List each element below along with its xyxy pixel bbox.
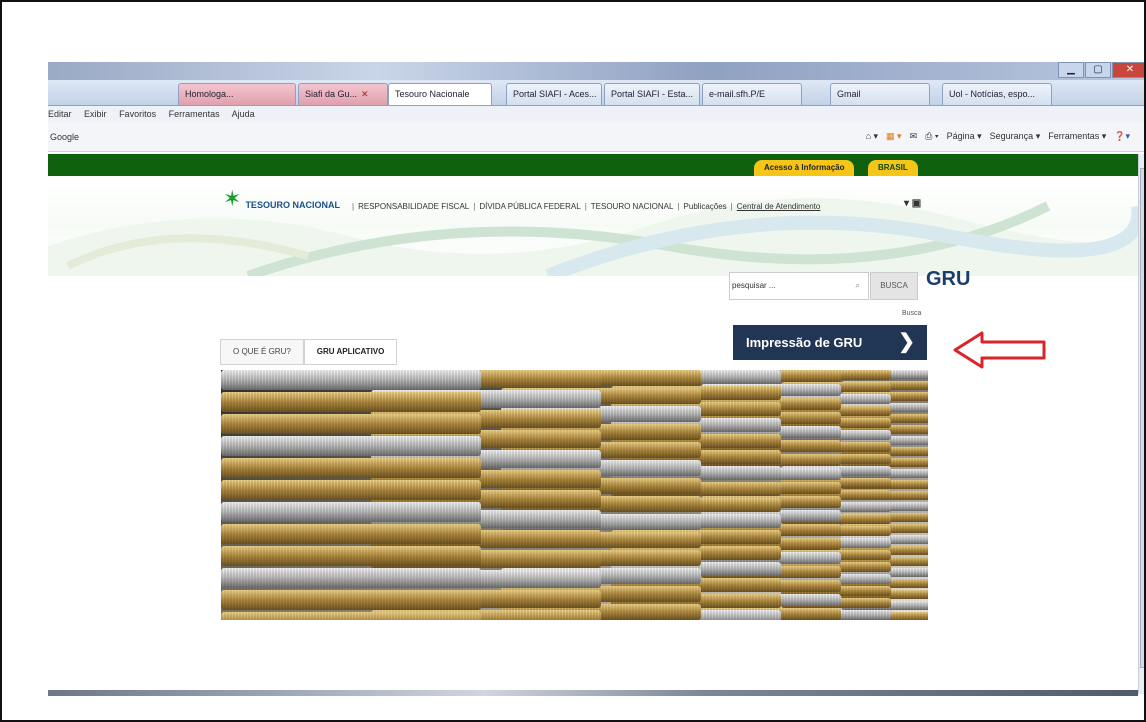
nav-item-divida-publica[interactable]: DÍVIDA PÚBLICA FEDERAL: [479, 202, 580, 211]
browser-tab-active[interactable]: Tesouro Nacionale: [388, 83, 492, 105]
screenshot-frame: ▁ ▢ ✕ Homologa... Siafi da Gu... ✕ Tesour…: [0, 0, 1146, 722]
command-tools: ⌂ ▾ ▦ ▾ ✉ ⎙ ▾ Página ▾ Segurança ▾ Ferra…: [866, 131, 1130, 142]
browser-tab[interactable]: Siafi da Gu... ✕: [298, 83, 388, 105]
nav-separator: |: [730, 202, 733, 211]
gov-top-bar: Acesso à Informação BRASIL: [48, 154, 1138, 176]
menu-item-favoritos[interactable]: Favoritos: [119, 109, 156, 119]
search-icon: ⌕: [855, 281, 860, 290]
search-placeholder: pesquisar ...: [732, 281, 776, 290]
impressao-gru-label: Impressão de GRU: [746, 335, 863, 350]
maximize-icon[interactable]: ▢: [1085, 62, 1111, 78]
search-button[interactable]: BUSCA: [870, 272, 918, 300]
access-info-link[interactable]: Acesso à Informação: [754, 160, 855, 176]
menu-item-ajuda[interactable]: Ajuda: [232, 109, 255, 119]
red-arrow-annotation-icon: [953, 331, 1046, 369]
tab-label: Portal SIAFI - Esta...: [611, 89, 694, 99]
security-menu[interactable]: Segurança ▾: [990, 131, 1041, 142]
menu-item-editar[interactable]: Editar: [48, 109, 72, 119]
brasil-link[interactable]: BRASIL: [868, 160, 918, 176]
tab-label: Uol - Notícias, espo...: [949, 89, 1036, 99]
page-title: GRU: [926, 268, 971, 290]
help-icon[interactable]: ❓▾: [1114, 131, 1130, 142]
chevron-right-icon: ❯: [898, 331, 915, 353]
close-window-icon[interactable]: ✕: [1112, 62, 1144, 78]
mail-icon[interactable]: ✉: [910, 131, 918, 142]
nav-item-publicacoes[interactable]: Publicações: [684, 202, 727, 211]
tab-gru-aplicativo[interactable]: GRU APLICATIVO: [303, 339, 398, 365]
browser-tab[interactable]: Uol - Notícias, espo...: [942, 83, 1052, 105]
browser-tab[interactable]: Portal SIAFI - Aces...: [506, 83, 602, 105]
scrollbar-thumb[interactable]: [1140, 168, 1144, 668]
browser-tab[interactable]: Gmail: [830, 83, 930, 105]
browser-menu-bar: Editar Exibir Favoritos Ferramentas Ajud…: [48, 106, 1144, 122]
minimize-icon[interactable]: ▁: [1058, 62, 1084, 78]
search-hint: Busca: [902, 310, 922, 317]
social-icons[interactable]: ▾ ▣: [904, 198, 921, 209]
coins-banner-image: [221, 370, 928, 620]
window-controls: ▁ ▢ ✕: [1057, 62, 1144, 80]
tab-label: Tesouro Nacionale: [395, 89, 470, 99]
page-menu[interactable]: Página ▾: [947, 131, 982, 142]
tab-label: e-mail.sfh.P/E: [709, 89, 766, 99]
tab-label: Siafi da Gu...: [305, 89, 358, 99]
nav-separator: |: [473, 202, 476, 211]
nav-item-tesouro-nacional[interactable]: TESOURO NACIONAL: [591, 202, 674, 211]
impressao-gru-button[interactable]: Impressão de GRU ❯: [733, 325, 927, 360]
browser-tab[interactable]: Portal SIAFI - Esta...: [604, 83, 700, 105]
browser-tab[interactable]: e-mail.sfh.P/E: [702, 83, 802, 105]
print-icon[interactable]: ⎙ ▾: [925, 131, 938, 142]
taskbar-strip: [48, 690, 1138, 696]
nav-item-central-atendimento[interactable]: Central de Atendimento: [737, 202, 821, 211]
tab-label: Portal SIAFI - Aces...: [513, 89, 597, 99]
search-input[interactable]: pesquisar ... ⌕: [729, 272, 869, 300]
nav-item-responsabilidade-fiscal[interactable]: RESPONSABILIDADE FISCAL: [358, 202, 469, 211]
tab-o-que-e-gru[interactable]: O QUE É GRU?: [220, 339, 304, 365]
tab-label: Homologa...: [185, 89, 234, 99]
content-tabs: O QUE É GRU? GRU APLICATIVO: [220, 339, 398, 365]
browser-tab[interactable]: Homologa...: [178, 83, 296, 105]
tools-menu[interactable]: Ferramentas ▾: [1048, 131, 1106, 142]
rss-icon[interactable]: ▦ ▾: [886, 131, 902, 142]
favorites-link[interactable]: Google: [50, 132, 79, 142]
browser-title-bar: ▁ ▢ ✕: [48, 62, 1144, 80]
site-nav: | RESPONSABILIDADE FISCAL | DÍVIDA PÚBLI…: [352, 202, 820, 211]
site-header: ✶ TESOURO NACIONAL | RESPONSABILIDADE FI…: [48, 176, 1138, 276]
menu-item-exibir[interactable]: Exibir: [84, 109, 107, 119]
nav-separator: |: [352, 202, 355, 211]
nav-separator: |: [584, 202, 587, 211]
tab-label: Gmail: [837, 89, 861, 99]
page-scrollbar[interactable]: [1138, 154, 1144, 694]
browser-tab-bar: Homologa... Siafi da Gu... ✕ Tesouro Naci…: [48, 80, 1144, 106]
logo-star-icon: ✶: [223, 186, 242, 211]
nav-separator: |: [677, 202, 680, 211]
tesouro-logo[interactable]: ✶ TESOURO NACIONAL: [223, 186, 340, 211]
menu-item-ferramentas[interactable]: Ferramentas: [169, 109, 220, 119]
header-wave-decoration: [48, 198, 1138, 276]
browser-command-bar: Google ⌂ ▾ ▦ ▾ ✉ ⎙ ▾ Página ▾ Segurança …: [48, 122, 1144, 152]
tab-close-icon[interactable]: ✕: [361, 89, 369, 99]
logo-text: TESOURO NACIONAL: [245, 200, 340, 210]
home-icon[interactable]: ⌂ ▾: [866, 131, 878, 142]
